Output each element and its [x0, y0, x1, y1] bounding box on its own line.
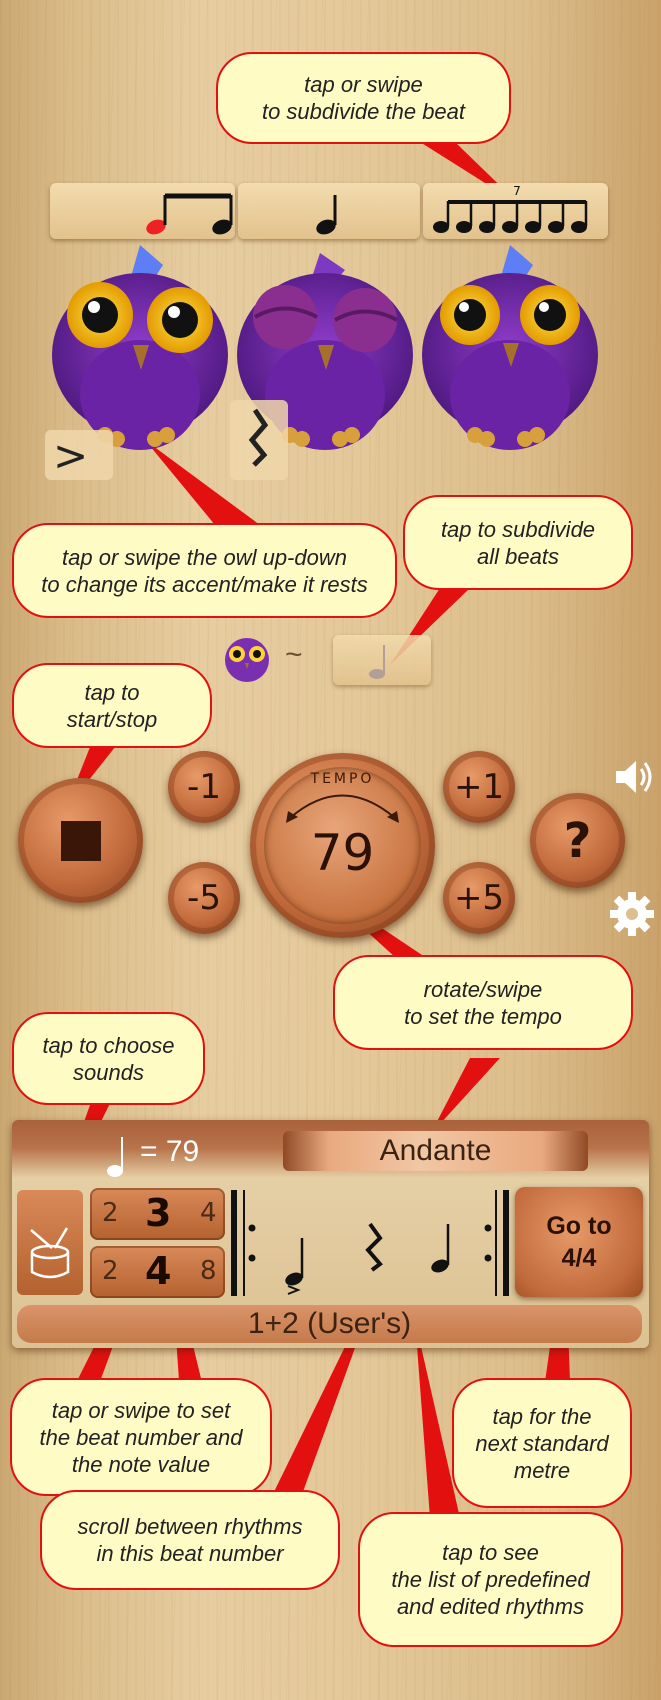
owls-row: >: [45, 245, 598, 480]
beat-3-subdivision-tile[interactable]: 7: [423, 183, 608, 239]
quarter-note-icon: [316, 195, 337, 235]
owl-beat-3[interactable]: [422, 245, 598, 450]
beat-number-selector[interactable]: 2 3 4: [90, 1188, 225, 1240]
septuplet-icon: 7: [433, 184, 588, 233]
quarter-note: [431, 1224, 450, 1273]
owl-beat-2[interactable]: [230, 253, 413, 480]
note-option-next: 8: [200, 1256, 217, 1286]
owl-icon: [225, 638, 269, 682]
tempo-minus-1-button[interactable]: -1: [168, 751, 240, 823]
beat-2-subdivision-tile[interactable]: [238, 183, 420, 239]
callout-scroll-rhythms: scroll between rhythms in this beat numb…: [40, 1490, 340, 1590]
callout-start-stop: tap to start/stop: [12, 663, 212, 748]
tempo-note-row: = 79: [95, 1125, 275, 1180]
note-option-prev: 2: [102, 1256, 119, 1286]
drum-icon: [30, 1227, 70, 1279]
tempo-plus-1-button[interactable]: +1: [443, 751, 515, 823]
callout-choose-sounds: tap to choose sounds: [12, 1012, 205, 1105]
tempo-plus-5-button[interactable]: +5: [443, 862, 515, 934]
gear-icon[interactable]: [608, 890, 656, 938]
rhythm-name-button[interactable]: 1+2 (User's): [17, 1305, 642, 1343]
rhythm-staff[interactable]: [230, 1188, 510, 1298]
beats-option-selected: 3: [145, 1191, 172, 1235]
tempo-value: 79: [310, 823, 375, 882]
beats-option-next: 4: [200, 1198, 217, 1228]
quarter-rest: [365, 1222, 383, 1272]
owl-beat-1[interactable]: >: [45, 245, 228, 480]
callout-rhythm-list: tap to see the list of predefined and ed…: [358, 1512, 623, 1647]
callout-subdivide-beat: tap or swipe to subdivide the beat: [216, 52, 511, 144]
stop-icon: [60, 820, 101, 861]
tempo-label: TEMPO: [310, 771, 375, 787]
speaker-icon[interactable]: [612, 757, 657, 797]
go-to-metre-button[interactable]: Go to 4/4: [515, 1187, 643, 1297]
callout-owl-accent: tap or swipe the owl up-down to change i…: [12, 523, 397, 618]
beats-option-prev: 2: [102, 1198, 119, 1228]
callout-beat-number: tap or swipe to set the beat number and …: [10, 1378, 272, 1496]
note-option-selected: 4: [145, 1249, 172, 1293]
callout-subdivide-all: tap to subdivide all beats: [403, 495, 633, 590]
svg-text:>: >: [53, 431, 88, 480]
tempo-minus-5-button[interactable]: -5: [168, 862, 240, 934]
quarter-note-icon: [369, 645, 385, 679]
eighth-notes-icon: [146, 193, 233, 235]
note-value-selector[interactable]: 2 4 8: [90, 1246, 225, 1298]
quarter-note-icon: [107, 1137, 123, 1177]
start-stop-button[interactable]: [18, 778, 143, 903]
callout-next-metre: tap for the next standard metre: [452, 1378, 632, 1508]
svg-text:7: 7: [513, 184, 521, 198]
all-beats-subdivision-button[interactable]: [333, 635, 431, 685]
help-button[interactable]: ?: [530, 793, 625, 888]
accented-quarter-note: [285, 1238, 304, 1295]
tempo-dial[interactable]: TEMPO 79: [250, 753, 435, 938]
tilde-symbol: ~: [285, 638, 303, 671]
tempo-marking-button[interactable]: Andante: [283, 1131, 588, 1171]
tempo-equals: = 79: [140, 1135, 200, 1168]
sound-chooser-button[interactable]: [17, 1190, 83, 1295]
callout-set-tempo: rotate/swipe to set the tempo: [333, 955, 633, 1050]
beat-1-subdivision-tile[interactable]: [50, 183, 235, 239]
